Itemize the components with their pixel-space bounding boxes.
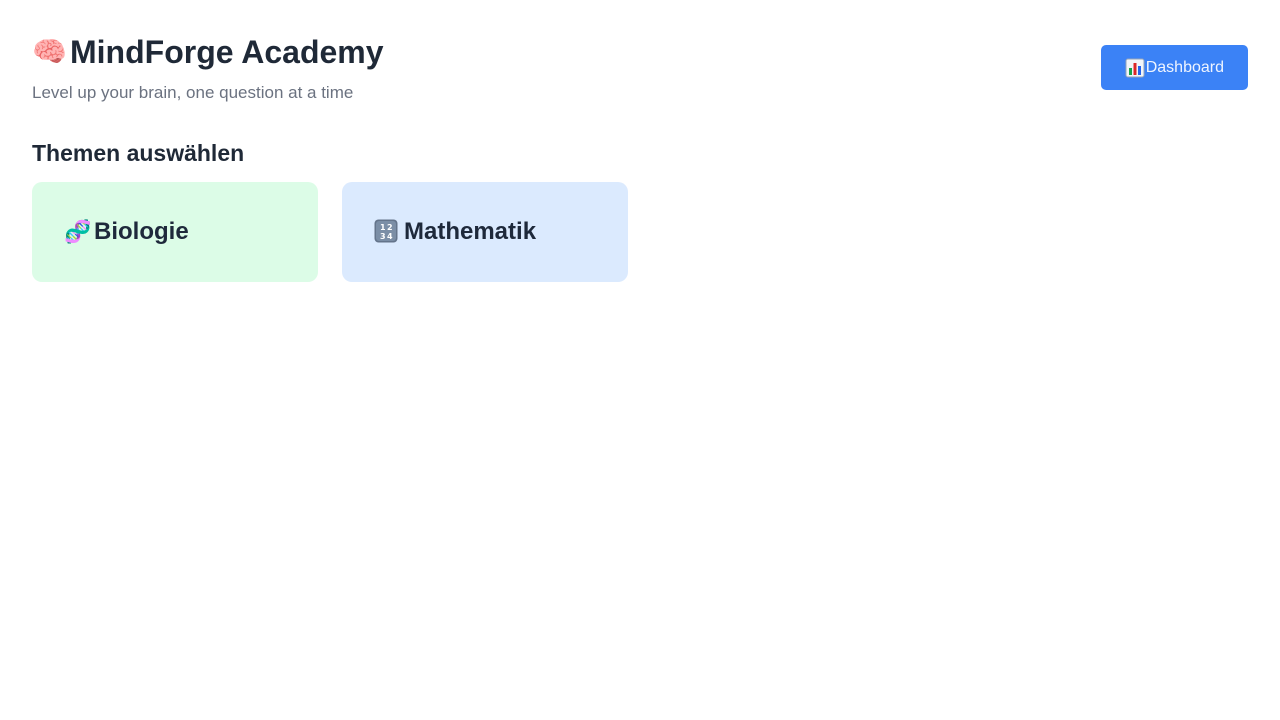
numbers-keycap-icon: 1 2 3 4 bbox=[374, 219, 400, 245]
dashboard-button[interactable]: Dashboard bbox=[1100, 45, 1248, 90]
app-page: 🧠 MindForge Academy Level up your brain,… bbox=[0, 0, 1280, 720]
bar-chart-icon bbox=[1125, 58, 1145, 78]
brand: 🧠 MindForge Academy Level up your brain,… bbox=[32, 32, 384, 104]
svg-text:3: 3 bbox=[380, 232, 386, 241]
svg-text:2: 2 bbox=[387, 223, 393, 232]
dna-icon: 🧬 bbox=[64, 219, 92, 244]
header: 🧠 MindForge Academy Level up your brain,… bbox=[32, 32, 1248, 104]
topic-card-mathematik[interactable]: 1 2 3 4 Mathematik bbox=[342, 182, 628, 282]
topic-label: Mathematik bbox=[404, 218, 537, 245]
dashboard-button-label: Dashboard bbox=[1145, 58, 1224, 76]
app-title-text: MindForge Academy bbox=[70, 34, 384, 70]
svg-text:4: 4 bbox=[387, 232, 393, 241]
svg-text:1: 1 bbox=[380, 223, 386, 232]
topic-grid: 🧬 Biologie 1 2 3 4 Mathematik bbox=[32, 182, 1248, 282]
app-subtitle: Level up your brain, one question at a t… bbox=[32, 83, 354, 102]
brain-icon: 🧠 bbox=[32, 36, 67, 67]
section-heading: Themen auswählen bbox=[32, 140, 245, 166]
topic-card-biologie[interactable]: 🧬 Biologie bbox=[32, 182, 318, 282]
page-title: 🧠 MindForge Academy bbox=[32, 32, 384, 72]
topic-label: Biologie bbox=[94, 218, 189, 245]
